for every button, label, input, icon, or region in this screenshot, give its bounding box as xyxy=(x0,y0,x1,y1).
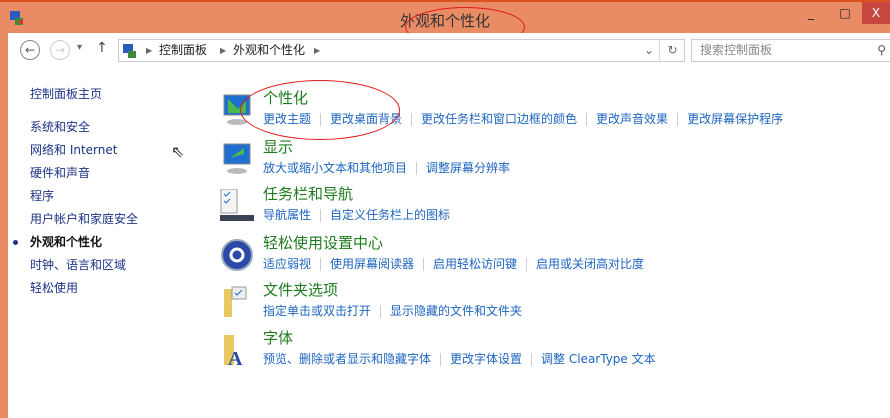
sidebar-item-hardware-sound[interactable]: 硬件和声音 xyxy=(30,164,90,181)
close-button[interactable]: X xyxy=(862,2,890,24)
monitor-display-icon xyxy=(223,143,251,174)
link-cleartype[interactable]: 调整 ClearType 文本 xyxy=(541,352,656,366)
category-title[interactable]: 字体 xyxy=(263,327,293,348)
sidebar-item-programs[interactable]: 程序 xyxy=(30,187,54,204)
address-dropdown[interactable]: ⌄ xyxy=(644,40,654,61)
search-icon[interactable]: ⚲ xyxy=(877,40,886,61)
annotation-circle xyxy=(240,80,400,140)
link-hidden-files[interactable]: 显示隐藏的文件和文件夹 xyxy=(390,304,522,318)
recent-locations-dropdown[interactable]: ▾ xyxy=(77,42,82,53)
breadcrumb-control-panel[interactable]: 控制面板 xyxy=(159,40,207,61)
link-click-open[interactable]: 指定单击或双击打开 xyxy=(263,304,371,318)
link-sound-effects[interactable]: 更改声音效果 xyxy=(596,112,668,126)
link-screen-reader[interactable]: 使用屏幕阅读器 xyxy=(330,257,414,271)
navigation-bar: ← → ▾ ↑ ▶ 控制面板 ▶ 外观和个性化 ▶ ⌄ ↻ 搜索控制面板 ⚲ xyxy=(8,33,890,67)
sidebar-item-ease-of-access[interactable]: 轻松使用 xyxy=(30,279,78,296)
link-text-size[interactable]: 放大或缩小文本和其他项目 xyxy=(263,161,407,175)
category-title[interactable]: 显示 xyxy=(263,136,293,157)
link-taskbar-icons[interactable]: 自定义任务栏上的图标 xyxy=(330,208,450,222)
link-manage-fonts[interactable]: 预览、删除或者显示和隐藏字体 xyxy=(263,352,431,366)
category-title[interactable]: 文件夹选项 xyxy=(263,279,338,300)
refresh-button[interactable]: ↻ xyxy=(659,40,685,61)
breadcrumb-appearance[interactable]: 外观和个性化 xyxy=(233,40,305,61)
category-title[interactable]: 轻松使用设置中心 xyxy=(263,232,383,253)
category-title[interactable]: 任务栏和导航 xyxy=(263,183,353,204)
link-screen-resolution[interactable]: 调整屏幕分辨率 xyxy=(426,161,510,175)
ease-of-access-icon xyxy=(221,239,253,271)
up-button[interactable]: ↑ xyxy=(96,40,108,56)
back-button[interactable]: ← xyxy=(20,40,40,60)
sidebar-item-appearance[interactable]: 外观和个性化 xyxy=(30,233,102,250)
svg-text:A: A xyxy=(228,348,243,367)
link-screensaver[interactable]: 更改屏幕保护程序 xyxy=(687,112,783,126)
search-input[interactable]: 搜索控制面板 ⚲ xyxy=(691,39,890,62)
sidebar-item-system-security[interactable]: 系统和安全 xyxy=(30,118,90,135)
forward-button[interactable]: → xyxy=(50,40,70,60)
title-bar: 外观和个性化 _ □ X xyxy=(0,0,890,47)
link-high-contrast[interactable]: 启用或关闭高对比度 xyxy=(536,257,644,271)
address-bar[interactable]: ▶ 控制面板 ▶ 外观和个性化 ▶ ⌄ ↻ xyxy=(118,39,685,62)
link-low-vision[interactable]: 适应弱视 xyxy=(263,257,311,271)
fonts-icon: A xyxy=(224,335,243,367)
link-taskbar-color[interactable]: 更改任务栏和窗口边框的颜色 xyxy=(421,112,577,126)
link-access-keys[interactable]: 启用轻松访问键 xyxy=(433,257,517,271)
sidebar-item-user-accounts[interactable]: 用户帐户和家庭安全 xyxy=(30,210,138,227)
control-panel-icon xyxy=(123,44,136,58)
maximize-button[interactable]: □ xyxy=(832,2,858,24)
mouse-cursor-icon: ⇖ xyxy=(171,142,185,161)
link-navigation-properties[interactable]: 导航属性 xyxy=(263,208,311,222)
sidebar-home-link[interactable]: 控制面板主页 xyxy=(30,85,102,102)
folder-options-icon xyxy=(224,286,247,317)
minimize-button[interactable]: _ xyxy=(798,2,824,24)
sidebar-item-network[interactable]: 网络和 Internet xyxy=(30,141,117,158)
taskbar-icon xyxy=(220,189,254,221)
current-item-bullet xyxy=(13,240,18,245)
search-placeholder: 搜索控制面板 xyxy=(700,43,773,57)
sidebar-item-clock-language[interactable]: 时钟、语言和区域 xyxy=(30,256,126,273)
link-font-settings[interactable]: 更改字体设置 xyxy=(450,352,522,366)
watermark-logo: ⌂ 系统之家 xyxy=(760,379,842,398)
